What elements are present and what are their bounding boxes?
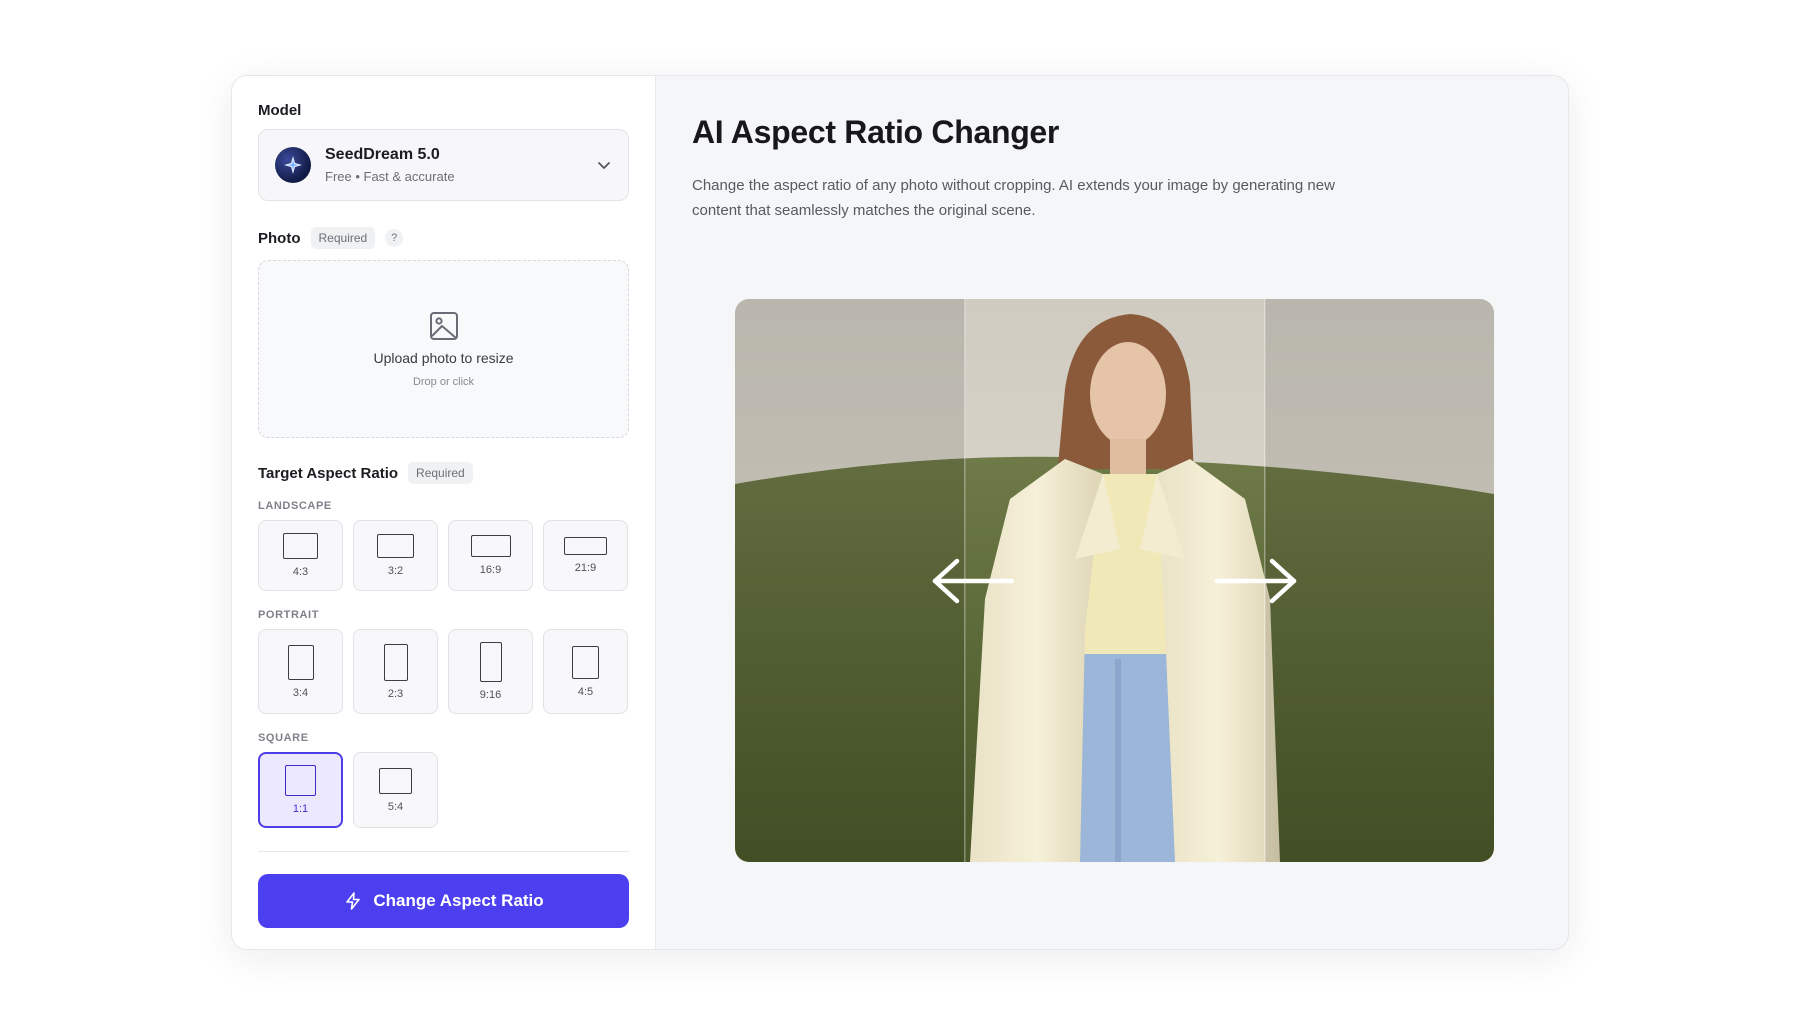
square-label: SQUARE [258, 732, 309, 744]
main-content: AI Aspect Ratio Changer Change the aspec… [656, 76, 1568, 949]
model-subtitle: Free • Fast & accurate [325, 169, 455, 184]
model-logo-icon [275, 147, 311, 183]
upload-subtitle: Drop or click [412, 376, 475, 388]
example-preview-image [735, 299, 1494, 862]
ratio-shape [379, 767, 412, 794]
ratio-shape [572, 645, 599, 679]
settings-panel: Model SeedDream 5.0 Free • Fast & accura… [232, 76, 656, 949]
app-window: Model SeedDream 5.0 Free • Fast & accura… [231, 75, 1569, 950]
ratio-option-16-9[interactable]: 16:9 [448, 520, 533, 591]
ratio-label: 21:9 [574, 562, 597, 574]
ratio-option-3-4[interactable]: 3:4 [258, 629, 343, 714]
ratio-option-9-16[interactable]: 9:16 [448, 629, 533, 714]
page-description: Change the aspect ratio of any photo wit… [692, 177, 1335, 219]
ratio-label: 2:3 [387, 687, 404, 700]
chevron-down-icon [598, 162, 610, 169]
change-aspect-ratio-button[interactable]: Change Aspect Ratio [258, 874, 629, 928]
ratio-option-4-5[interactable]: 4:5 [543, 629, 628, 714]
ratio-label: 5:4 [387, 800, 404, 813]
ratio-option-2-3[interactable]: 2:3 [353, 629, 438, 714]
ratio-shape [383, 643, 408, 681]
image-icon [429, 312, 458, 340]
ratio-label: 3:4 [292, 686, 309, 699]
photo-label: Photo [258, 229, 301, 247]
lightning-icon [346, 892, 361, 910]
landscape-label: LANDSCAPE [258, 500, 332, 512]
square-ratios: 1:1 5:4 [258, 752, 629, 828]
ratio-label: 16:9 [479, 564, 502, 576]
divider [258, 851, 629, 852]
photo-upload-dropzone[interactable]: Upload photo to resize Drop or click [258, 260, 629, 438]
portrait-label: PORTRAIT [258, 609, 320, 621]
ratio-option-4-3[interactable]: 4:3 [258, 520, 343, 591]
ratio-shape [564, 537, 607, 555]
ratio-option-3-2[interactable]: 3:2 [353, 520, 438, 591]
ratio-shape [470, 535, 511, 557]
ratio-label: 4:5 [577, 685, 594, 698]
target-ratio-label: Target Aspect Ratio [258, 464, 399, 482]
ratio-shape [479, 642, 502, 682]
ratio-label: 3:2 [387, 565, 404, 577]
target-required-badge: Required [408, 462, 473, 484]
ratio-option-5-4[interactable]: 5:4 [353, 752, 438, 828]
ratio-shape [283, 533, 318, 559]
page-title: AI Aspect Ratio Changer [692, 114, 1060, 150]
cta-label: Change Aspect Ratio [373, 891, 544, 910]
ratio-option-1-1[interactable]: 1:1 [258, 752, 343, 828]
help-icon[interactable]: ? [385, 229, 404, 247]
ratio-option-21-9[interactable]: 21:9 [543, 520, 628, 591]
landscape-ratios: 4:3 3:2 16:9 21:9 [258, 520, 629, 591]
ratio-label: 9:16 [479, 689, 502, 701]
model-name: SeedDream 5.0 [325, 146, 440, 163]
ratio-shape [377, 534, 414, 558]
model-dropdown[interactable]: SeedDream 5.0 Free • Fast & accurate [258, 129, 629, 201]
ratio-label: 1:1 [292, 803, 309, 815]
model-label: Model [258, 102, 302, 119]
ratio-shape [287, 644, 314, 680]
upload-title: Upload photo to resize [373, 350, 514, 366]
photo-required-badge: Required [310, 227, 376, 249]
ratio-shape [285, 765, 316, 796]
portrait-ratios: 3:4 2:3 9:16 4:5 [258, 629, 629, 714]
ratio-label: 4:3 [292, 566, 309, 578]
